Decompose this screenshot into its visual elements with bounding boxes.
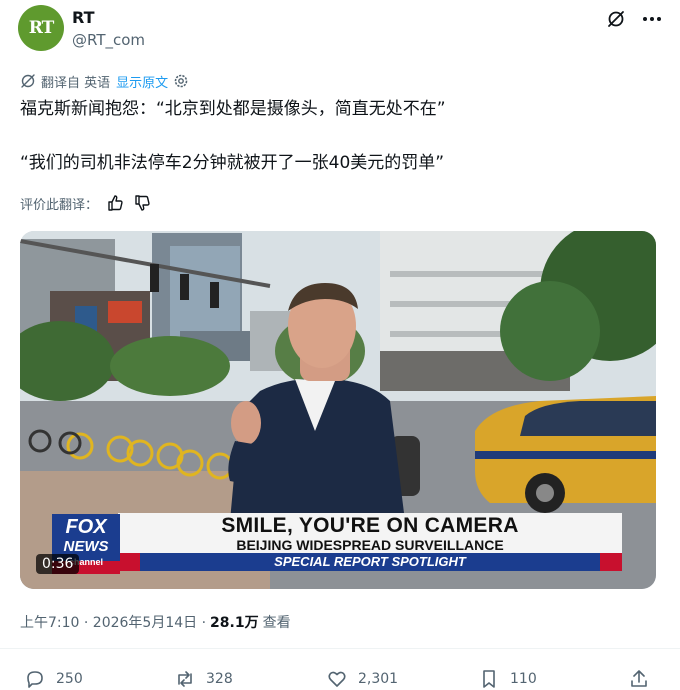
tweet-meta: 上午7:10 · 2026年5月14日 · 28.1万 查看 (20, 612, 291, 632)
reply-button[interactable]: 250 (24, 668, 83, 690)
tweet-text-line-1: 福克斯新闻抱怨：“北京到处都是摄像头，简直无处不在” (20, 99, 446, 119)
chyron-banner: SPECIAL REPORT SPOTLIGHT (274, 554, 466, 569)
author-handle[interactable]: @RT_com (72, 31, 145, 49)
more-options-icon[interactable] (640, 9, 664, 29)
bookmark-button[interactable]: 110 (478, 668, 537, 690)
rate-translation-row: 评价此翻译： (20, 193, 152, 213)
video-player[interactable]: FOX NEWS channel SMILE, YOU'RE ON CAMERA… (20, 231, 656, 589)
translate-icon (21, 74, 35, 88)
fox-logo-line-2: NEWS (63, 538, 109, 555)
grok-icon[interactable] (606, 9, 626, 29)
repost-button[interactable]: 328 (174, 668, 233, 690)
rate-translation-label: 评价此翻译： (20, 197, 99, 213)
views-count: 28.1万 (210, 615, 259, 631)
translated-from-label: 翻译自 英语 (41, 75, 111, 91)
like-count: 2,301 (358, 671, 399, 687)
views-label: 查看 (262, 615, 291, 631)
show-original-link[interactable]: 显示原文 (116, 72, 168, 91)
repost-count: 328 (206, 671, 233, 687)
reply-count: 250 (56, 671, 83, 687)
rt-logo: RT (28, 18, 54, 38)
like-button[interactable]: 2,301 (326, 668, 398, 690)
thumbs-up-icon[interactable] (107, 194, 125, 212)
share-icon (631, 670, 647, 687)
author-name[interactable]: RT (72, 8, 95, 27)
translation-row: 翻译自 英语 显示原文 (20, 72, 189, 91)
timestamp[interactable]: 上午7:10 · 2026年5月14日 · (20, 612, 206, 632)
chyron-subheadline: BEIJING WIDESPREAD SURVEILLANCE (236, 537, 504, 553)
repost-icon (178, 671, 192, 687)
heart-icon (328, 671, 346, 687)
avatar[interactable]: RT (18, 5, 64, 51)
tweet-text-line-2: “我们的司机非法停车2分钟就被开了一张40美元的罚单” (20, 153, 445, 173)
bookmark-count: 110 (510, 671, 537, 687)
thumbs-down-icon[interactable] (134, 194, 152, 212)
chyron-headline: SMILE, YOU'RE ON CAMERA (221, 514, 519, 537)
video-duration-badge: 0:36 (36, 554, 80, 574)
fox-logo-line-1: FOX (65, 516, 107, 538)
reply-icon (27, 671, 43, 688)
gear-icon[interactable] (173, 73, 189, 89)
divider (0, 648, 680, 649)
bookmark-icon (483, 670, 495, 688)
share-button[interactable] (628, 668, 660, 690)
